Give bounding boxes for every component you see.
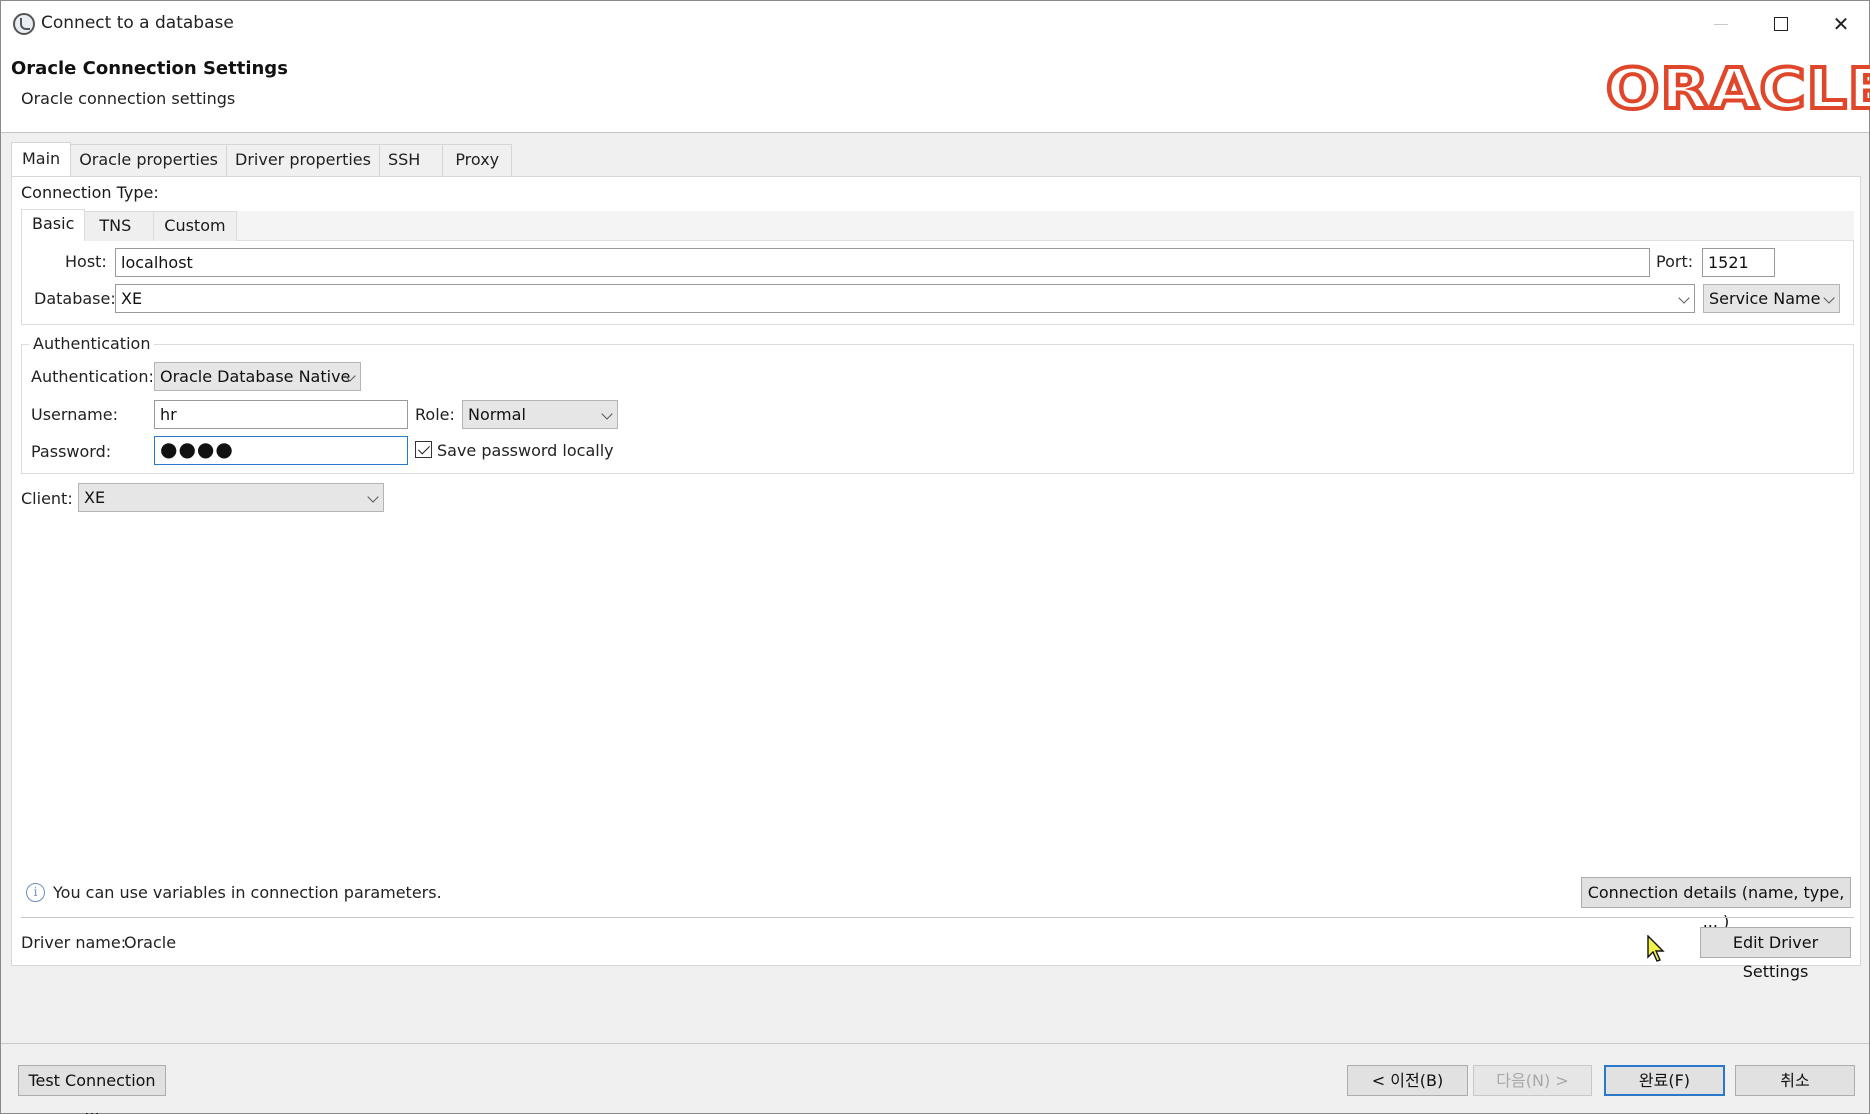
connection-type-label: Connection Type: [21,183,159,202]
database-label: Database: [34,289,116,308]
page-title: Oracle Connection Settings [11,58,288,79]
driver-name-label: Driver name: [21,933,127,952]
minimize-button[interactable] [1691,1,1751,47]
chevron-down-icon [601,408,613,420]
password-label: Password: [31,442,112,461]
tab-oracle-properties[interactable]: Oracle properties [70,144,227,176]
finish-button[interactable]: 완료(F) [1604,1065,1725,1096]
window-title: Connect to a database [41,13,234,33]
footer-divider [1,1043,1869,1044]
database-combo[interactable]: XE [115,284,1695,313]
test-connection-button[interactable]: Test Connection ... [18,1065,166,1114]
save-password-label: Save password locally [437,441,614,460]
authentication-select[interactable]: Oracle Database Native [154,362,361,391]
variables-hint: You can use variables in connection para… [53,883,442,902]
tab-basic[interactable]: Basic [21,209,86,241]
driver-divider [21,917,1854,918]
client-value: XE [84,488,106,507]
authentication-value: Oracle Database Native [160,367,351,386]
client-label: Client: [21,489,73,508]
username-input[interactable]: hr [154,400,408,429]
tab-ssh[interactable]: SSH [378,144,444,176]
role-select[interactable]: Normal [462,400,618,429]
title-bar: Connect to a database ✕ [1,1,1869,47]
dialog-header: Oracle Connection Settings Oracle connec… [1,47,1870,133]
oracle-logo: ORACLE [1604,57,1870,122]
service-type-select[interactable]: Service Name [1703,284,1840,313]
cancel-button[interactable]: 취소 [1735,1065,1855,1096]
username-label: Username: [31,405,118,424]
back-button[interactable]: < 이전(B) [1347,1065,1468,1096]
save-password-checkbox[interactable] [415,441,432,458]
settings-tabs: Main Oracle properties Driver properties… [11,142,513,176]
edit-driver-settings-button[interactable]: Edit Driver Settings [1700,927,1851,981]
driver-name-value: Oracle [124,933,177,952]
role-label: Role: [415,405,455,424]
page-subtitle: Oracle connection settings [21,89,236,108]
chevron-down-icon [1678,292,1690,304]
close-button[interactable]: ✕ [1811,1,1870,47]
chevron-down-icon [367,491,379,503]
minimize-icon [1714,23,1728,25]
client-select[interactable]: XE [78,483,384,512]
password-input[interactable]: ●●●● [154,436,408,465]
connection-details-button[interactable]: Connection details (name, type, ... ) [1581,877,1851,931]
tab-custom[interactable]: Custom [153,211,237,241]
tab-main[interactable]: Main [11,142,72,176]
host-input[interactable]: localhost [115,248,1650,277]
info-icon: i [26,883,45,902]
maximize-button[interactable] [1751,1,1811,47]
tab-driver-properties[interactable]: Driver properties [226,144,380,176]
authentication-group-label: Authentication [29,334,155,353]
next-button[interactable]: 다음(N) > [1473,1065,1592,1096]
authentication-label: Authentication: [31,367,154,386]
host-label: Host: [65,252,107,271]
close-icon: ✕ [1832,12,1850,36]
mouse-cursor-icon [1647,935,1665,962]
database-value: XE [121,289,143,308]
dbeaver-app-icon [13,13,35,35]
maximize-icon [1774,17,1788,31]
service-type-value: Service Name [1709,289,1821,308]
chevron-down-icon [1823,292,1835,304]
tab-proxy[interactable]: Proxy [442,144,513,176]
connection-type-tabs: Basic TNS Custom [21,209,1854,241]
connect-dialog: Connect to a database ✕ Oracle Connectio… [0,0,1870,1114]
tab-tns[interactable]: TNS [84,211,155,241]
port-input[interactable]: 1521 [1702,248,1775,277]
port-label: Port: [1656,252,1694,271]
role-value: Normal [468,405,526,424]
